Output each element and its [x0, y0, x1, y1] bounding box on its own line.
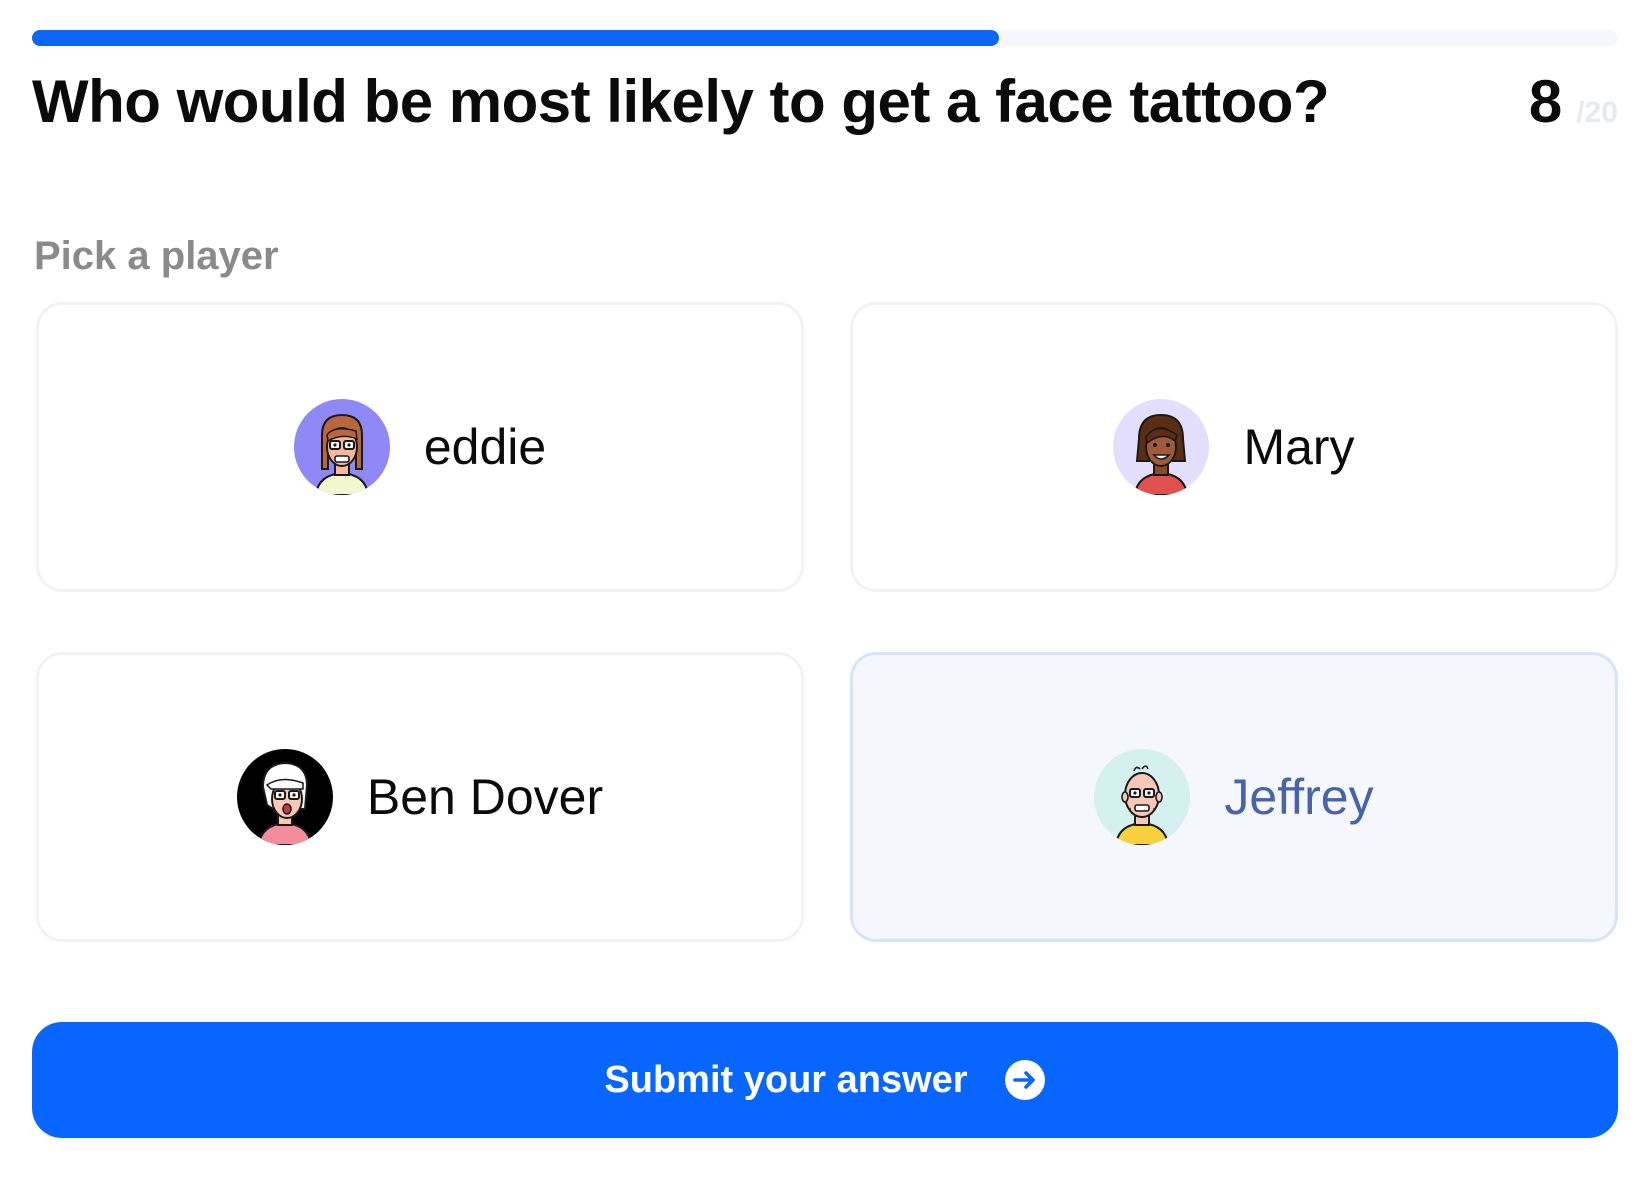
submit-answer-label: Submit your answer — [604, 1058, 968, 1101]
player-name: Ben Dover — [366, 769, 604, 825]
question-counter-total: /20 — [1576, 96, 1618, 129]
submit-answer-button[interactable]: Submit your answer — [32, 1022, 1618, 1138]
question-header: Who would be most likely to get a face t… — [32, 62, 1618, 142]
question-text: Who would be most likely to get a face t… — [32, 68, 1330, 135]
avatar-mary — [1113, 399, 1210, 495]
avatar-eddie — [293, 399, 390, 495]
player-grid: eddie Mary Ben Dover Jeffrey — [36, 302, 1618, 942]
player-name: eddie — [423, 419, 547, 475]
question-counter-current: 8 — [1528, 68, 1563, 135]
player-option-ben-dover[interactable]: Ben Dover — [36, 652, 804, 942]
player-option-eddie[interactable]: eddie — [36, 302, 804, 592]
question-counter: 8/20 — [1529, 62, 1618, 158]
pick-player-label: Pick a player — [34, 234, 279, 278]
avatar-jeffrey — [1094, 749, 1191, 845]
progress-bar-fill — [32, 30, 1000, 46]
arrow-right-circle-icon — [1004, 1059, 1046, 1101]
avatar-ben-dover — [236, 749, 333, 845]
progress-bar — [32, 30, 1618, 46]
player-option-mary[interactable]: Mary — [850, 302, 1618, 592]
player-name: Jeffrey — [1224, 769, 1374, 825]
player-name: Mary — [1243, 419, 1355, 475]
player-option-jeffrey[interactable]: Jeffrey — [850, 652, 1618, 942]
